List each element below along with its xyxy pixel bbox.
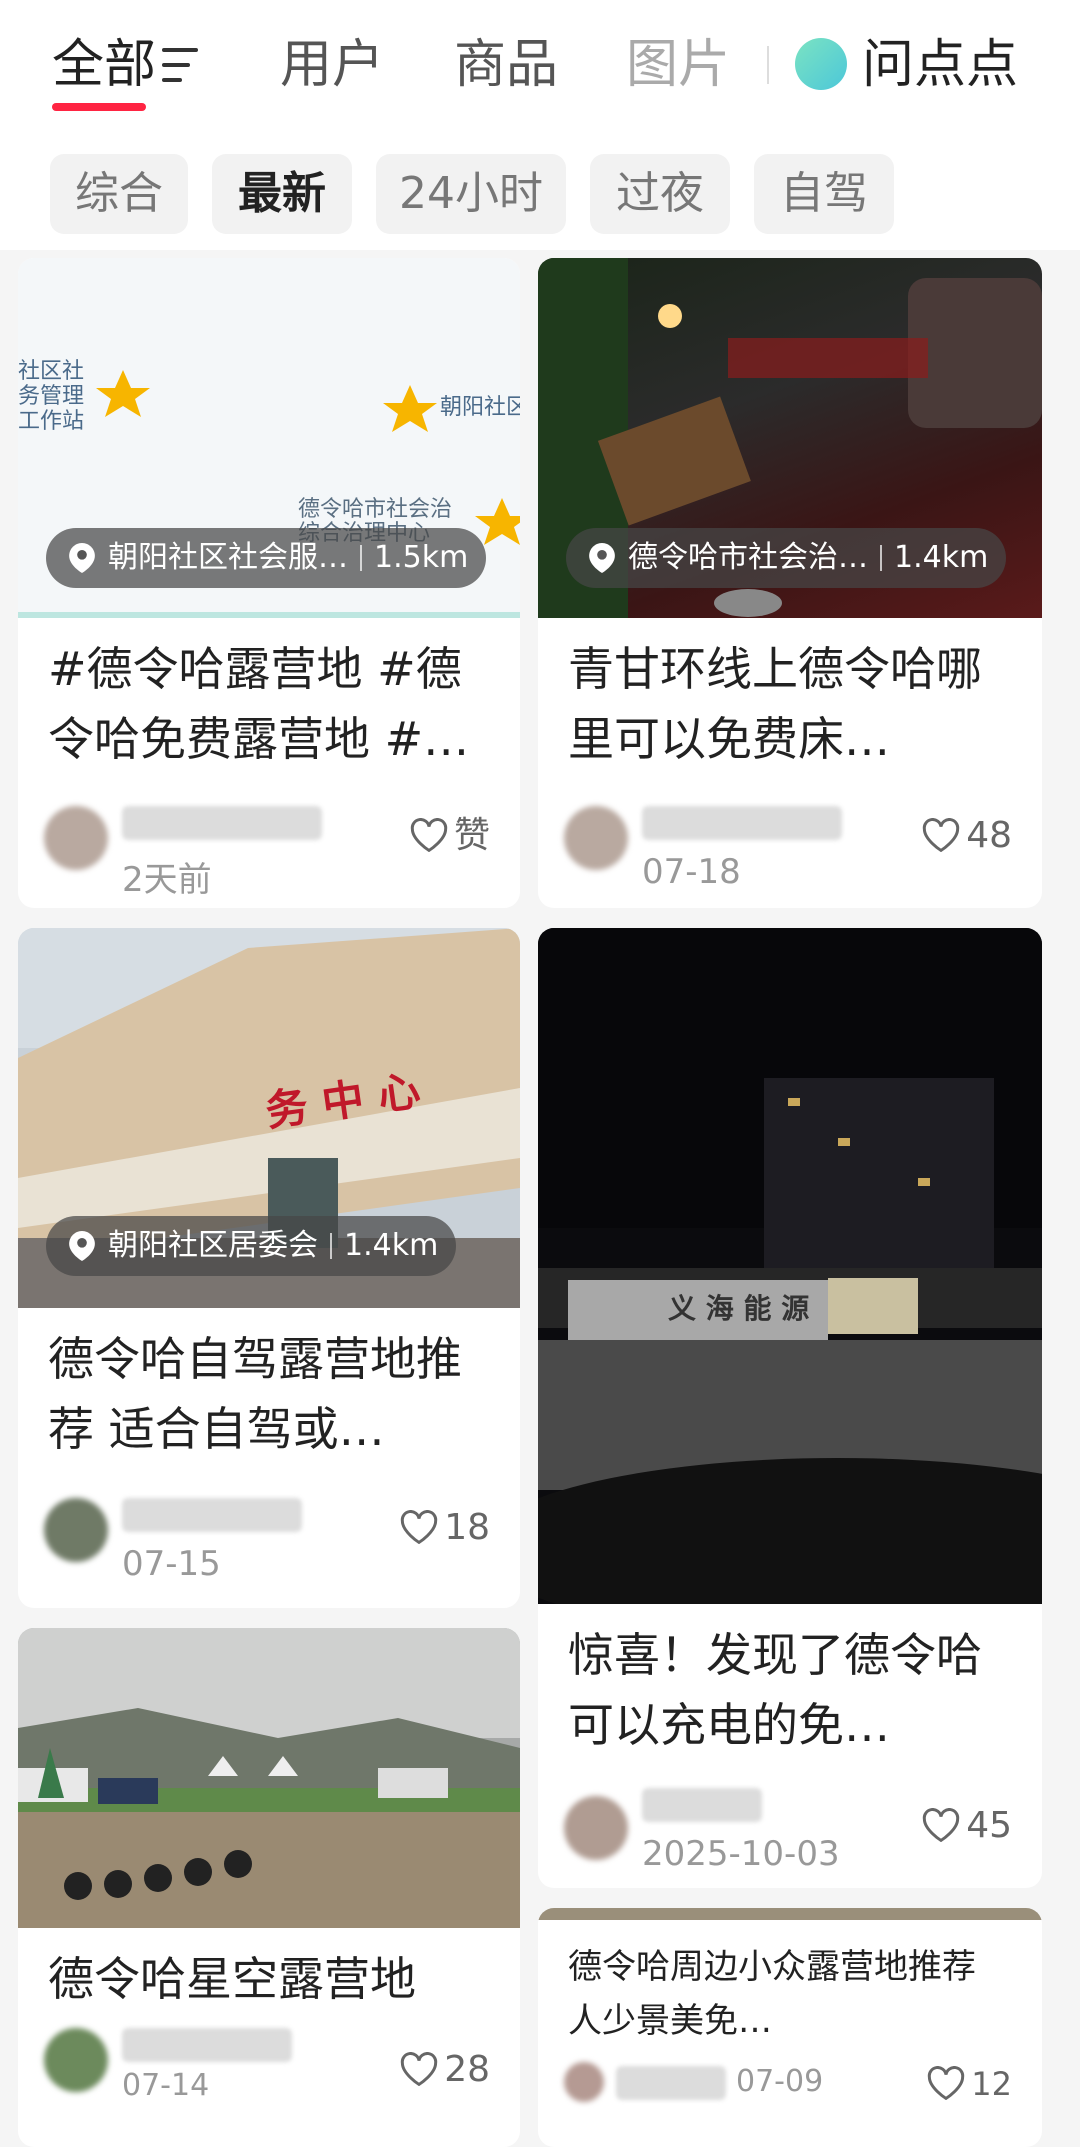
like-count: 12 [971,2065,1012,2103]
note-title[interactable]: 德令哈星空露营地 [48,1944,490,2014]
filter-chip-24h[interactable]: 24小时 [376,154,566,234]
location-pill[interactable]: 德令哈市社会治… 1.4km [566,528,1007,588]
note-date: 2天前 [122,860,212,900]
location-name: 朝阳社区居委会 [108,1228,318,1263]
filter-chip-overnight[interactable]: 过夜 [590,154,730,234]
like-count: 赞 [453,815,490,856]
heart-icon [401,1510,438,1544]
note-cover-image [538,1908,1042,1920]
location-pill[interactable]: 朝阳社区社会服… 1.5km [46,528,487,588]
location-pin-icon [589,543,615,573]
filter-chip-comprehensive[interactable]: 综合 [50,154,188,234]
svg-text:务管理: 务管理 [18,384,84,409]
note-date: 07-15 [122,1544,221,1584]
star-icon [475,498,520,545]
like-count: 28 [444,2049,490,2090]
location-name: 朝阳社区社会服… [108,540,348,575]
filter-chip-latest[interactable]: 最新 [212,154,352,234]
filter-chip-bar: 综合 最新 24小时 过夜 自驾 [0,130,1080,250]
like-button[interactable]: 28 [400,2048,490,2092]
note-card[interactable]: 义 海 能 源 惊喜！发现了德令哈可以充电的免… 2025-10-03 45 [538,928,1042,1888]
note-card[interactable]: 德令哈周边小众露营地推荐 人少景美免… 07-09 12 [538,1908,1042,2147]
author-name-blurred[interactable] [122,2028,292,2062]
tab-divider [767,46,769,84]
heart-icon [401,2052,438,2086]
location-pill[interactable]: 朝阳社区居委会 1.4km [46,1216,457,1276]
image-text: 社区社 [18,359,84,384]
tab-users[interactable]: 用户 [280,30,384,100]
note-card[interactable]: 德令哈市社会治… 1.4km 青甘环线上德令哈哪里可以免费床… 07-18 48 [538,258,1042,908]
note-title[interactable]: 青甘环线上德令哈哪里可以免费床… [568,634,1012,774]
note-title[interactable]: 德令哈自驾露营地推荐 适合自驾或… [48,1324,490,1464]
author-name-blurred[interactable] [642,806,842,840]
like-button[interactable]: 45 [922,1804,1012,1848]
location-pin-icon [69,1231,95,1261]
location-distance: 1.4km [344,1228,439,1263]
note-date: 2025-10-03 [642,1834,840,1874]
avatar[interactable] [564,2062,604,2102]
heart-icon [928,2066,965,2100]
tab-ai-assistant[interactable]: 问点点 [862,30,1018,100]
note-title[interactable]: 惊喜！发现了德令哈可以充电的免… [568,1620,1012,1760]
avatar[interactable] [564,1796,628,1860]
svg-text:德令哈市社会治: 德令哈市社会治 [298,497,452,522]
note-date: 07-14 [122,2068,210,2103]
filter-chip-selfdrive[interactable]: 自驾 [754,154,894,234]
svg-text:朝阳社区: 朝阳社区 [440,395,520,420]
author-name-blurred[interactable] [122,1498,302,1532]
avatar[interactable] [44,806,108,870]
heart-icon [923,1808,960,1842]
note-cover-image [18,1628,520,1928]
note-date: 07-09 [736,2064,824,2099]
tab-images[interactable]: 图片 [626,30,730,100]
like-count: 45 [966,1805,1012,1846]
location-distance: 1.4km [894,540,989,575]
avatar[interactable] [44,2028,108,2092]
note-title[interactable]: 德令哈周边小众露营地推荐 人少景美免… [568,1940,1012,2048]
avatar[interactable] [44,1498,108,1562]
star-icon [96,370,150,417]
location-name: 德令哈市社会治… [628,540,868,575]
star-icon [383,385,437,432]
heart-icon [410,818,448,852]
note-card[interactable]: 社区社 务管理 工作站 朝阳社区 德令哈市社会治 综合治理中心 朝阳社区社会服…… [18,258,520,908]
author-name-blurred[interactable] [616,2066,726,2100]
like-button[interactable]: 赞 [410,814,490,858]
author-name-blurred[interactable] [122,806,322,840]
tab-all[interactable]: 全部 [52,30,156,100]
like-button[interactable]: 48 [922,814,1012,858]
note-title[interactable]: #德令哈露营地 #德令哈免费露营地 #… [48,634,490,774]
like-button[interactable]: 18 [400,1506,490,1550]
author-name-blurred[interactable] [642,1788,762,1822]
note-card[interactable]: 务 中 心 朝阳社区居委会 1.4km 德令哈自驾露营地推荐 适合自驾或… 07-… [18,928,520,1608]
note-card[interactable]: 德令哈星空露营地 07-14 28 [18,1628,520,2147]
note-cover-image: 义 海 能 源 [538,928,1042,1604]
heart-icon [923,818,960,852]
note-date: 07-18 [642,852,741,892]
like-button[interactable]: 12 [927,2062,1012,2106]
location-distance: 1.5km [374,540,469,575]
image-text: 义 海 能 源 [668,1292,809,1325]
tab-products[interactable]: 商品 [454,30,558,100]
active-tab-indicator [52,103,146,111]
avatar[interactable] [564,806,628,870]
location-pin-icon [69,543,95,573]
like-count: 18 [444,1507,490,1548]
ai-assistant-icon[interactable] [795,38,847,90]
filter-icon[interactable] [162,48,202,84]
like-count: 48 [966,815,1012,856]
svg-text:工作站: 工作站 [18,409,84,434]
top-tab-bar: 全部 用户 商品 图片 问点点 [0,0,1080,130]
